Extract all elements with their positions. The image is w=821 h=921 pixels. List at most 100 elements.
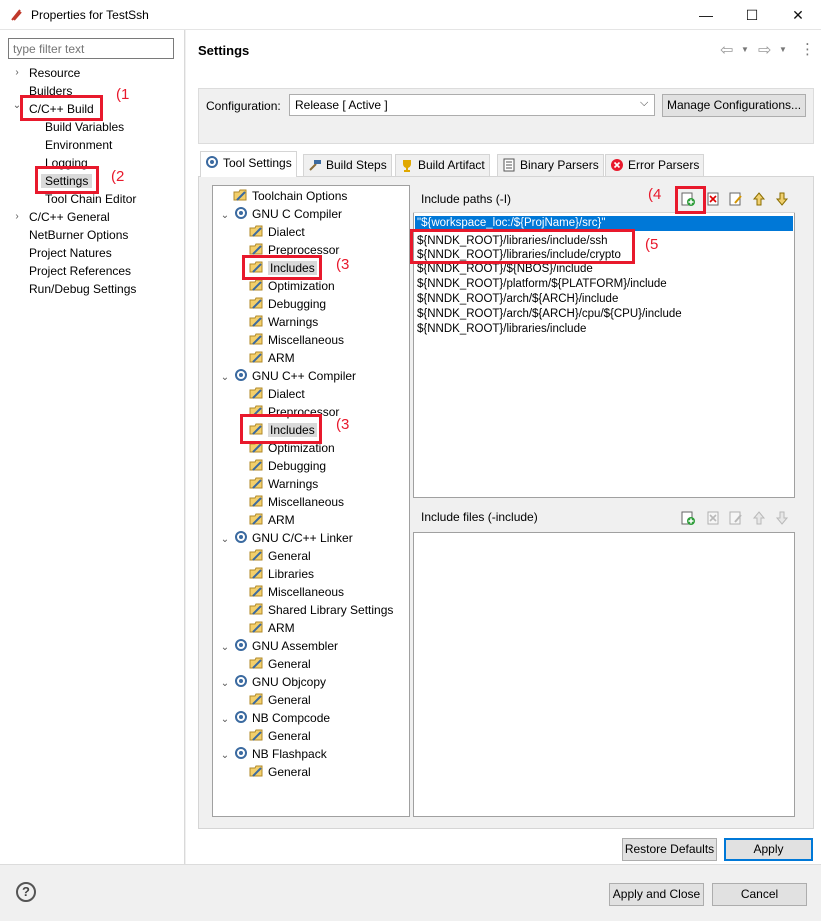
minimize-button[interactable]: — [683,0,729,30]
tab-binary-parsers-label: Binary Parsers [520,158,599,172]
move-down-file-icon[interactable] [774,510,790,526]
tool-tree-option[interactable]: Debugging [217,457,407,475]
gear-icon [233,369,252,383]
expand-resource-icon[interactable]: › [12,67,22,78]
tool-tree-category[interactable]: ⌄ GNU C/C++ Linker [217,529,407,547]
back-arrow-icon[interactable]: ⇦ [720,40,733,60]
annotation-box-1 [20,95,103,121]
tab-build-steps[interactable]: Build Steps [303,154,392,176]
nav-item-netburner-options[interactable]: NetBurner Options [29,227,128,243]
nav-item-build-variables[interactable]: Build Variables [45,119,124,135]
tool-tree-option[interactable]: Debugging [217,295,407,313]
nav-item-environment[interactable]: Environment [45,137,112,153]
tool-tree-option[interactable]: Dialect [217,385,407,403]
add-file-icon[interactable] [680,510,696,526]
manage-configurations-button[interactable]: Manage Configurations... [662,94,806,117]
view-menu-icon[interactable]: ⋮ [800,40,815,58]
tool-tree-option[interactable]: Miscellaneous [217,331,407,349]
move-up-file-icon[interactable] [751,510,767,526]
tool-tree-category[interactable]: ⌄ GNU C Compiler [217,205,407,223]
close-button[interactable]: ✕ [775,0,821,30]
tool-tree-option[interactable]: Miscellaneous [217,493,407,511]
configuration-label: Configuration: [206,99,281,113]
tab-error-parsers[interactable]: Error Parsers [605,154,705,176]
chevron-down-icon: ⌵ [640,97,649,109]
restore-defaults-button[interactable]: Restore Defaults [622,838,717,861]
expand-cc-general-icon[interactable]: › [12,211,22,222]
nav-item-cc-general[interactable]: C/C++ General [29,209,110,225]
include-path-item[interactable]: ${NNDK_ROOT}/arch/${ARCH}/include [417,292,618,307]
tab-build-artifact[interactable]: Build Artifact [395,154,490,176]
back-dropdown-icon[interactable]: ▼ [741,45,749,54]
annotation-label-4: (4 [648,186,662,203]
delete-path-icon[interactable] [705,191,721,207]
tool-tree-option[interactable]: ARM [217,349,407,367]
apply-button[interactable]: Apply [724,838,813,861]
nav-item-project-natures[interactable]: Project Natures [29,245,112,261]
tool-tree-option[interactable]: Warnings [217,313,407,331]
maximize-button[interactable]: ☐ [729,0,775,30]
cancel-button[interactable]: Cancel [712,883,807,906]
tool-tree-option[interactable]: ARM [217,619,407,637]
option-folder-icon [249,495,268,509]
annotation-box-2 [35,166,99,194]
option-folder-icon [249,621,268,635]
gear-icon [233,639,252,653]
tree-label: ARM [268,351,295,365]
apply-and-close-button[interactable]: Apply and Close [609,883,704,906]
tab-tool-settings[interactable]: Tool Settings [200,151,297,177]
tool-tree-option[interactable]: General [217,691,407,709]
nav-item-project-references[interactable]: Project References [29,263,131,279]
delete-file-icon[interactable] [705,510,721,526]
tool-tree-option[interactable]: Libraries [217,565,407,583]
include-path-item[interactable]: ${NNDK_ROOT}/${NBOS}/include [417,262,593,277]
tool-tree-option[interactable]: General [217,763,407,781]
tree-label: NB Flashpack [252,747,327,761]
option-folder-icon [249,459,268,473]
option-folder-icon [249,279,268,293]
include-path-item[interactable]: ${NNDK_ROOT}/platform/${PLATFORM}/includ… [417,277,667,292]
move-down-icon[interactable] [774,191,790,207]
gear-icon [233,531,252,545]
move-up-icon[interactable] [751,191,767,207]
tool-tree-category[interactable]: ⌄ GNU Assembler [217,637,407,655]
filter-input[interactable] [8,38,174,59]
annotation-label-3a: (3 [336,256,350,273]
tool-tree-category[interactable]: ⌄ NB Compcode [217,709,407,727]
option-folder-icon [249,297,268,311]
help-icon[interactable]: ? [16,882,36,902]
annotation-label-1: (1 [116,86,130,103]
edit-path-icon[interactable] [728,191,744,207]
tool-tree-option[interactable]: Toolchain Options [217,187,407,205]
nav-item-resource[interactable]: Resource [29,65,80,81]
tool-tree-option[interactable]: Shared Library Settings [217,601,407,619]
tool-tree-category[interactable]: ⌄ GNU Objcopy [217,673,407,691]
tool-tree-option[interactable]: Warnings [217,475,407,493]
forward-dropdown-icon[interactable]: ▼ [779,45,787,54]
tree-label: General [268,765,311,779]
option-folder-icon [249,315,268,329]
tree-label: GNU C Compiler [252,207,343,221]
nav-item-run-debug-settings[interactable]: Run/Debug Settings [29,281,136,297]
tab-binary-parsers[interactable]: Binary Parsers [497,154,604,176]
tool-tree-option[interactable]: Dialect [217,223,407,241]
edit-file-icon[interactable] [728,510,744,526]
configuration-select[interactable]: Release [ Active ] [289,94,655,116]
tree-label: General [268,729,311,743]
tree-label: Miscellaneous [268,333,345,347]
forward-arrow-icon[interactable]: ⇨ [758,40,771,60]
gear-icon [233,675,252,689]
gear-icon [233,207,252,221]
tree-label: General [268,549,311,563]
include-path-item[interactable]: ${NNDK_ROOT}/arch/${ARCH}/cpu/${CPU}/inc… [417,307,682,322]
tool-tree-option[interactable]: ARM [217,511,407,529]
tool-tree-category[interactable]: ⌄ GNU C++ Compiler [217,367,407,385]
tool-tree-option[interactable]: General [217,727,407,745]
include-path-item[interactable]: ${NNDK_ROOT}/libraries/include [417,322,586,337]
tool-tree-option[interactable]: General [217,655,407,673]
tool-tree-category[interactable]: ⌄ NB Flashpack [217,745,407,763]
tool-tree-option[interactable]: Miscellaneous [217,583,407,601]
tab-tool-settings-label: Tool Settings [223,156,292,170]
tool-tree-option[interactable]: General [217,547,407,565]
tree-label: GNU C++ Compiler [252,369,357,383]
